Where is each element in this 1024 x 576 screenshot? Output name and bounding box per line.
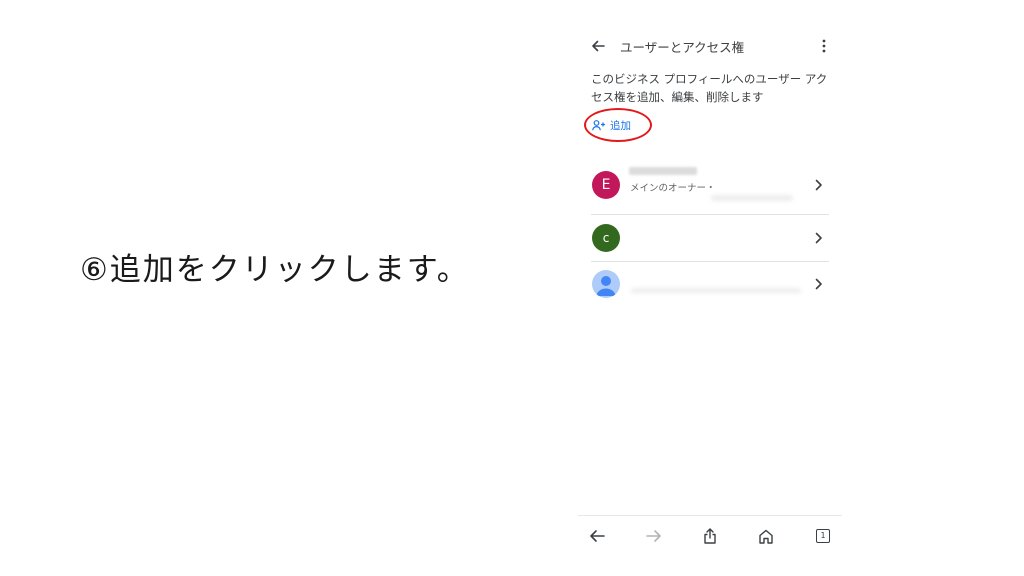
user-row[interactable]: c [591,215,829,262]
description-text: このビジネス プロフィールへのユーザー アクセス権を追加、編集、削除します [591,72,828,104]
default-avatar-icon [596,276,616,296]
chevron-right-icon [813,277,825,291]
share-icon [704,528,716,544]
user-row[interactable]: E メインのオーナー・ [591,162,829,215]
user-role: メインのオーナー・ [630,183,716,194]
home-icon [759,529,773,544]
redacted-email [711,195,793,201]
avatar: c [592,224,620,252]
avatar: E [592,171,620,199]
forward-arrow-icon [646,530,661,542]
share-button[interactable] [700,526,720,546]
browser-back-button[interactable] [587,526,607,546]
add-button-highlight: 追加 [584,108,656,148]
more-vert-icon [822,39,826,53]
tabs-button[interactable]: 1 [813,526,833,546]
chevron-right-icon [813,178,825,192]
home-button[interactable] [756,526,776,546]
back-button[interactable] [588,36,608,56]
tabs-icon: 1 [816,529,830,543]
browser-bottom-bar: 1 [578,515,842,556]
add-user-button[interactable]: 追加 [592,118,631,133]
redacted-name [629,167,697,175]
more-options-button[interactable] [816,36,832,56]
browser-forward-button[interactable] [644,526,664,546]
app-bar: ユーザーとアクセス権 [578,34,842,58]
user-row[interactable] [591,262,829,308]
phone-screen: ユーザーとアクセス権 このビジネス プロフィールへのユーザー アクセス権を追加、… [578,22,842,568]
chevron-right-icon [813,231,825,245]
user-list: E メインのオーナー・ c [591,162,829,308]
avatar [592,270,620,298]
add-button-label: 追加 [610,120,631,132]
page-title: ユーザーとアクセス権 [620,40,745,55]
person-add-icon [592,120,605,131]
tab-count: 1 [820,531,826,540]
back-arrow-icon [590,530,605,542]
instruction-caption: ⑥追加をクリックします。 [80,252,470,288]
redacted-info [631,288,801,293]
arrow-left-icon [592,40,605,52]
